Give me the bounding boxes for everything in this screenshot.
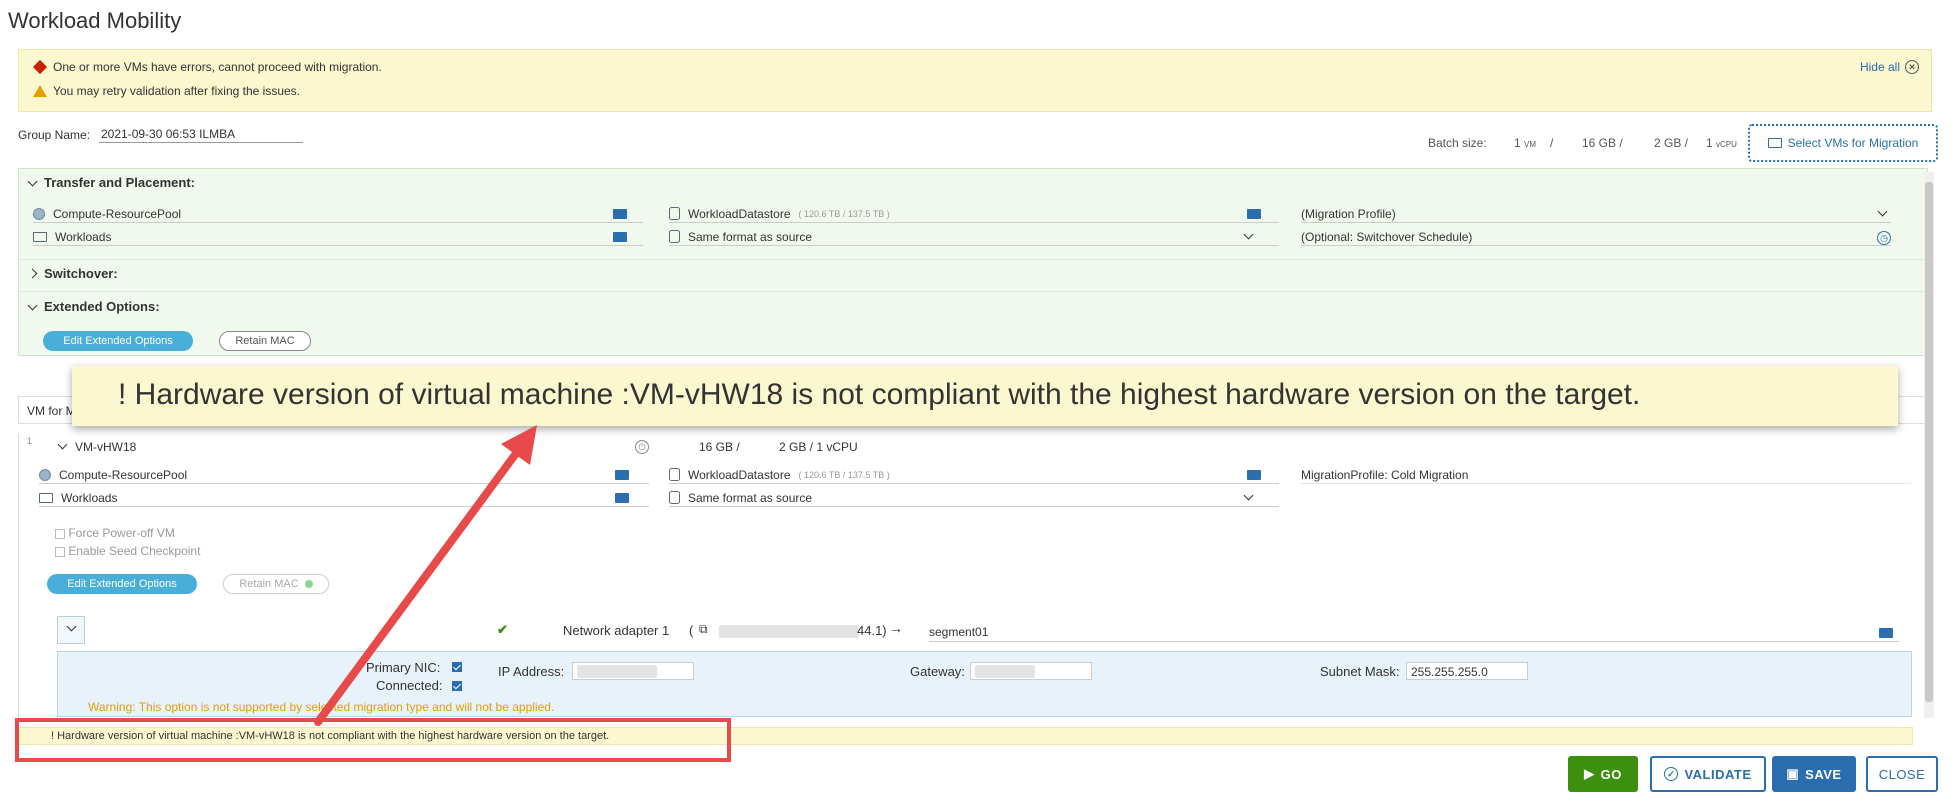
annotation-arrow bbox=[314, 425, 537, 726]
close-label: CLOSE bbox=[1878, 766, 1926, 782]
play-icon: ▶ bbox=[1584, 766, 1595, 781]
check-circle-icon: ✓ bbox=[1664, 767, 1679, 781]
go-label: GO bbox=[1600, 766, 1622, 782]
save-label: SAVE bbox=[1805, 766, 1842, 782]
go-button[interactable]: ▶ GO bbox=[1568, 756, 1638, 792]
close-button[interactable]: CLOSE bbox=[1866, 756, 1938, 792]
validate-label: VALIDATE bbox=[1684, 766, 1752, 782]
save-icon: ▣ bbox=[1786, 766, 1800, 781]
save-button[interactable]: ▣ SAVE bbox=[1772, 756, 1856, 792]
validate-button[interactable]: ✓ VALIDATE bbox=[1650, 756, 1766, 792]
